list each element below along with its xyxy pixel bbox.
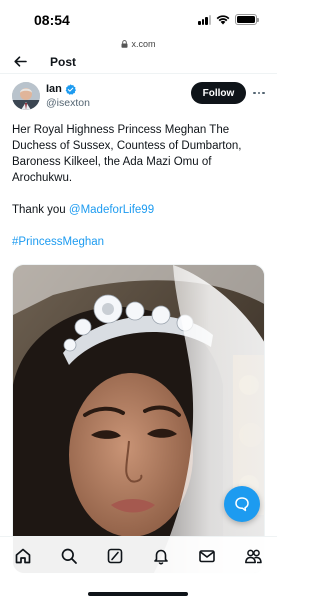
reply-bubble-icon bbox=[235, 497, 249, 512]
avatar[interactable] bbox=[12, 82, 40, 110]
url-bar[interactable]: x.com bbox=[0, 36, 277, 52]
arrow-left-icon bbox=[13, 55, 27, 67]
post-body: Her Royal Highness Princess Meghan The D… bbox=[12, 124, 242, 184]
tab-notifications[interactable] bbox=[150, 545, 172, 567]
mention-link[interactable]: @MadeforLife99 bbox=[69, 204, 154, 216]
photo bbox=[13, 265, 264, 573]
author-name-text: Ian bbox=[46, 83, 62, 95]
post-text: Her Royal Highness Princess Meghan The D… bbox=[12, 122, 265, 266]
more-options-button[interactable] bbox=[252, 87, 266, 99]
bell-icon bbox=[154, 549, 168, 565]
post-header: Post bbox=[0, 52, 277, 74]
url-text: x.com bbox=[131, 39, 156, 49]
tab-messages[interactable] bbox=[196, 545, 218, 567]
home-indicator bbox=[88, 592, 188, 596]
avatar-image bbox=[12, 82, 40, 110]
follow-button[interactable]: Follow bbox=[191, 82, 246, 104]
page-title: Post bbox=[50, 55, 77, 69]
post-thanks-line: Thank you @MadeforLife99 bbox=[12, 202, 265, 218]
people-icon bbox=[245, 549, 262, 564]
hashtag-link[interactable]: #PrincessMeghan bbox=[12, 236, 104, 248]
battery-level bbox=[237, 16, 255, 23]
home-icon bbox=[15, 548, 31, 564]
battery-icon bbox=[235, 14, 259, 25]
cellular-signal-icon bbox=[198, 14, 211, 25]
lock-icon bbox=[121, 40, 128, 48]
grok-icon bbox=[107, 548, 123, 564]
bottom-tab-bar bbox=[0, 536, 277, 600]
status-time: 08:54 bbox=[34, 12, 70, 28]
tab-search[interactable] bbox=[58, 545, 80, 567]
status-bar: 08:54 bbox=[0, 0, 277, 36]
post-author-row: Ian @isexton Follow bbox=[12, 82, 265, 114]
more-dot-icon bbox=[253, 91, 256, 95]
author-name[interactable]: Ian bbox=[46, 83, 76, 95]
wifi-icon bbox=[216, 15, 230, 25]
search-icon bbox=[61, 548, 77, 564]
tab-grok[interactable] bbox=[104, 545, 126, 567]
verified-badge-icon bbox=[65, 83, 76, 95]
envelope-icon bbox=[199, 550, 215, 563]
tab-home[interactable] bbox=[12, 545, 34, 567]
back-button[interactable] bbox=[12, 53, 28, 69]
reply-fab[interactable] bbox=[224, 486, 260, 522]
status-icons bbox=[198, 14, 259, 25]
author-handle[interactable]: @isexton bbox=[46, 97, 90, 109]
post-image[interactable] bbox=[12, 264, 265, 574]
tab-communities[interactable] bbox=[242, 545, 264, 567]
thanks-text: Thank you bbox=[12, 204, 69, 216]
hashtag-line: #PrincessMeghan bbox=[12, 234, 265, 250]
